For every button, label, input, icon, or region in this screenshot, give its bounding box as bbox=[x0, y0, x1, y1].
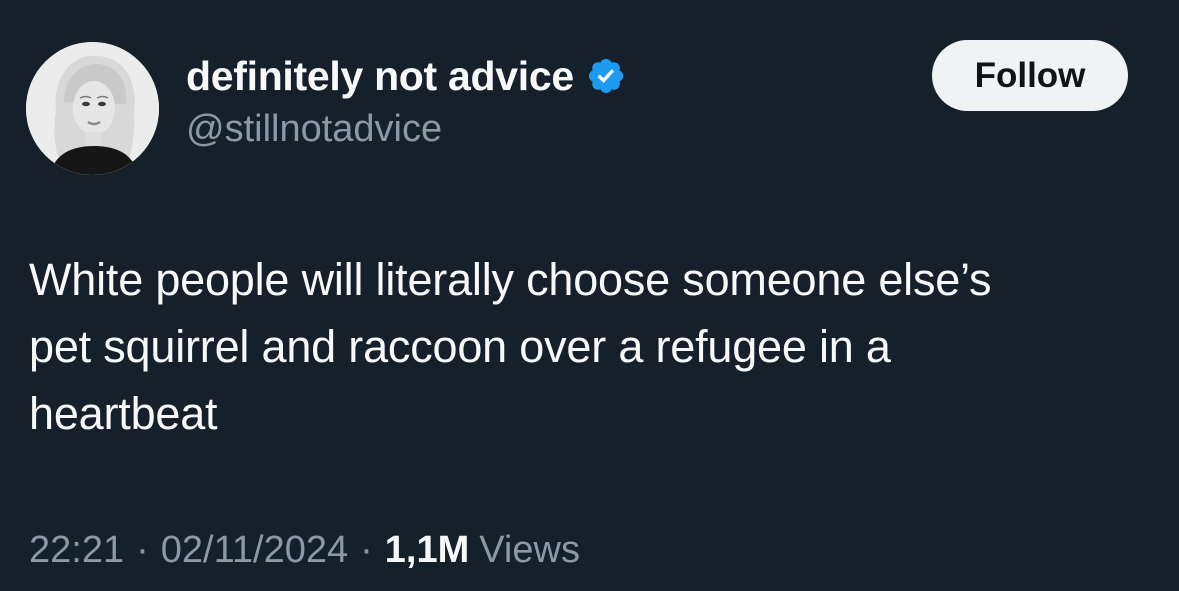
tweet-text-line: pet squirrel and raccoon over a refugee … bbox=[29, 321, 891, 372]
tweet-text-line: heartbeat bbox=[29, 388, 218, 439]
tweet-time[interactable]: 22:21 bbox=[29, 529, 124, 572]
author-display-name[interactable]: definitely not advice bbox=[186, 53, 574, 100]
author-avatar[interactable] bbox=[26, 42, 159, 175]
tweet-meta: 22:21 · 02/11/2024 · 1,1M Views bbox=[29, 529, 580, 572]
tweet-date[interactable]: 02/11/2024 bbox=[161, 529, 348, 572]
avatar-image bbox=[26, 42, 159, 175]
author-handle[interactable]: @stillnotadvice bbox=[186, 108, 442, 151]
tweet-text: White people will literally choose someo… bbox=[29, 246, 1159, 447]
follow-button[interactable]: Follow bbox=[932, 40, 1128, 111]
views-label: Views bbox=[479, 529, 580, 571]
tweet-card: definitely not advice @stillnotadvice Fo… bbox=[0, 0, 1179, 591]
tweet-text-line: White people will literally choose someo… bbox=[29, 254, 992, 305]
author-name-row: definitely not advice bbox=[186, 52, 626, 100]
views-count: 1,1M bbox=[384, 529, 470, 571]
verified-badge-icon bbox=[586, 56, 626, 96]
meta-separator: · bbox=[360, 529, 373, 571]
meta-separator: · bbox=[136, 529, 149, 571]
